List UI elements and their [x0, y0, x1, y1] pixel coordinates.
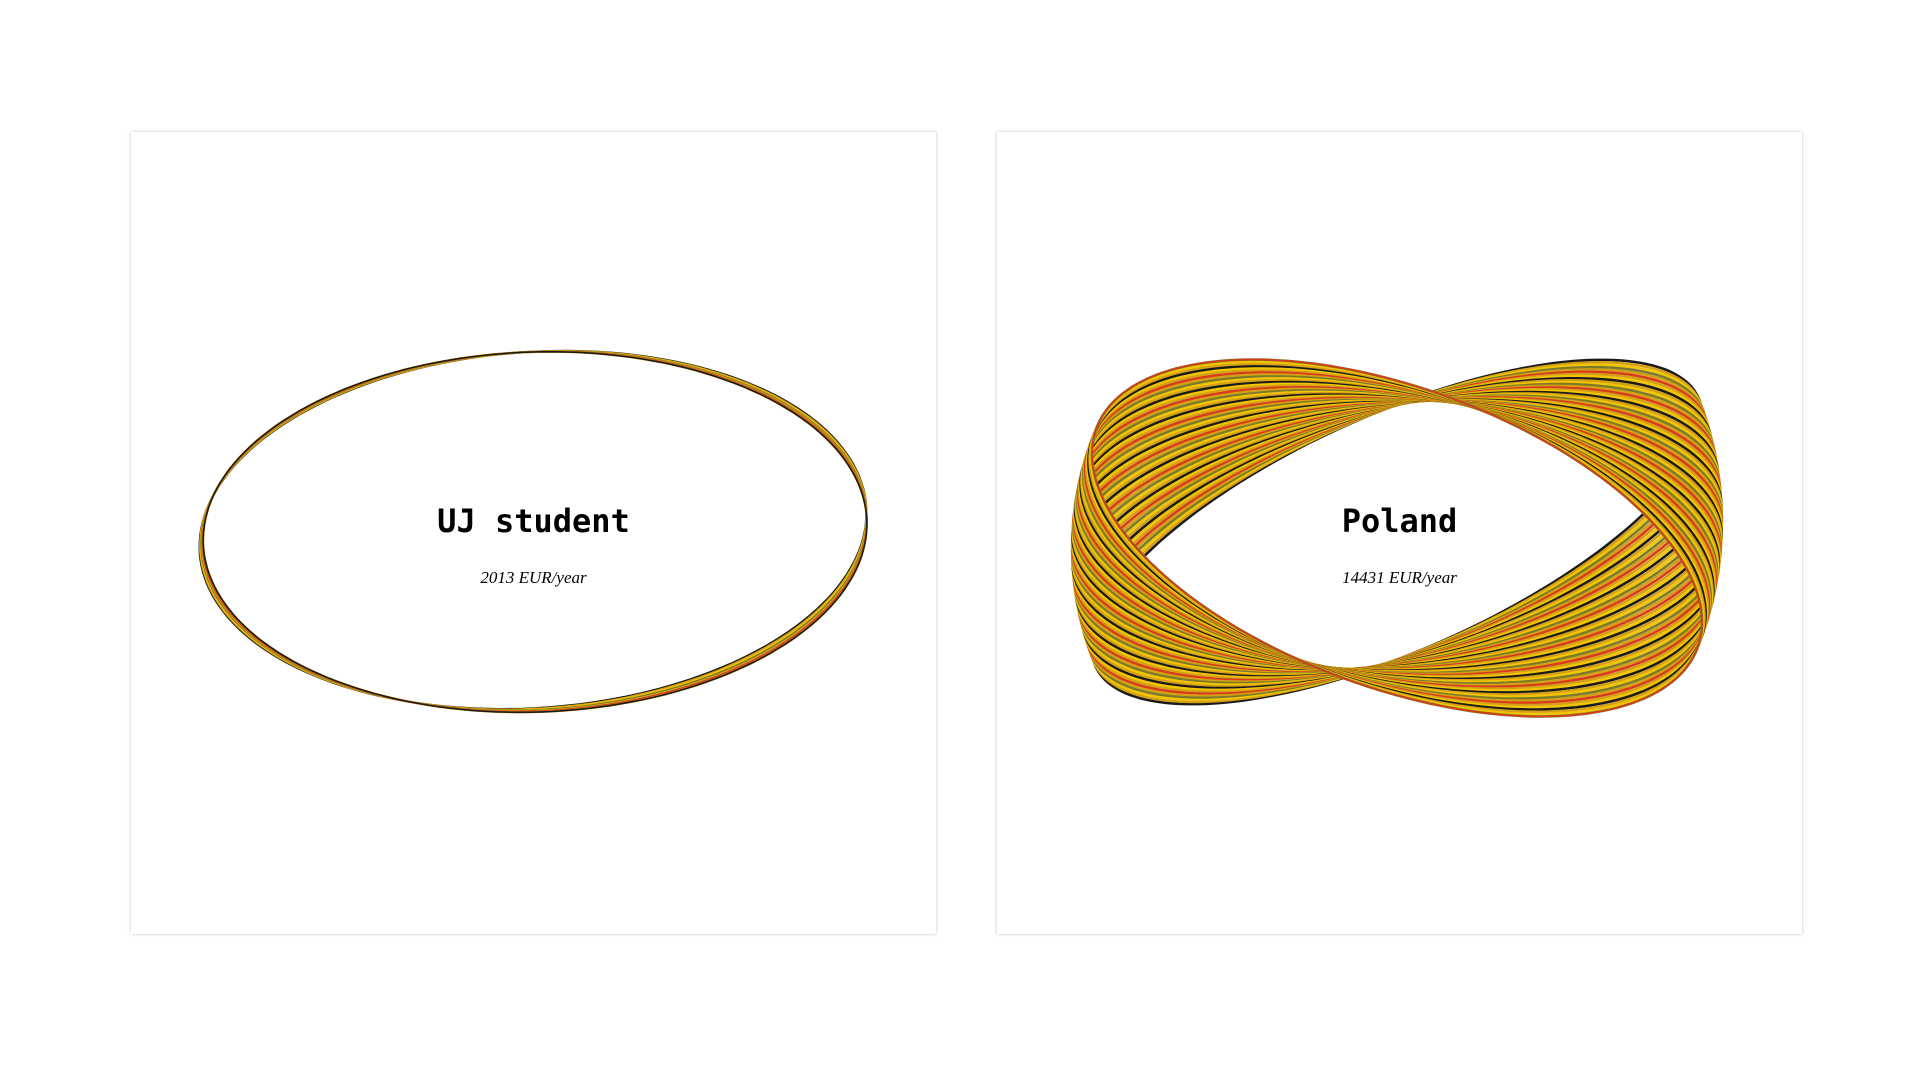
- comparison-stage: UJ student 2013 EUR/year Poland 14431 EU…: [0, 0, 1920, 1080]
- card-subtitle: 14431 EUR/year: [1342, 568, 1457, 587]
- card-subtitle: 2013 EUR/year: [480, 568, 587, 587]
- card-uj-student: UJ student 2013 EUR/year: [131, 132, 936, 934]
- card-title: Poland: [1341, 502, 1458, 540]
- card-poland: Poland 14431 EUR/year: [997, 132, 1802, 934]
- card-title: UJ student: [437, 502, 630, 540]
